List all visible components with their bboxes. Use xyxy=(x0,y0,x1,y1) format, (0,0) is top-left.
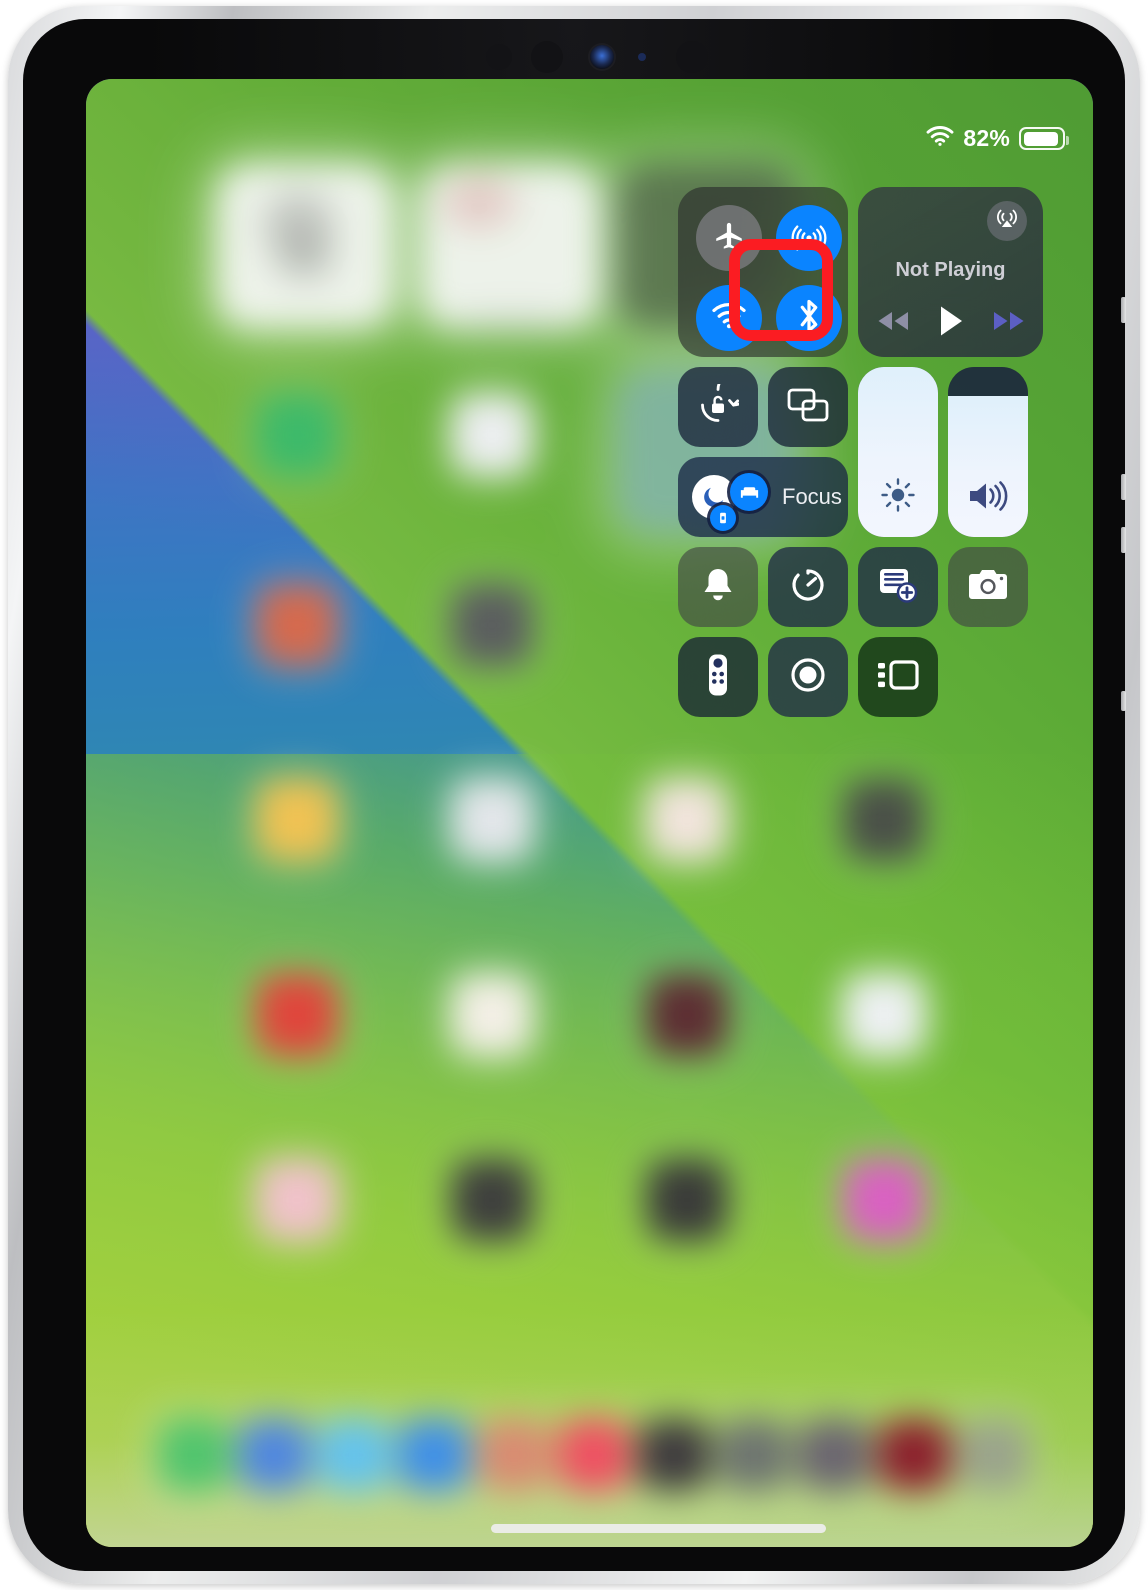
dock-icon[interactable] xyxy=(158,1419,230,1491)
screen-mirroring-toggle[interactable] xyxy=(768,367,848,447)
media-playback-module: Not Playing xyxy=(858,187,1043,357)
stage-manager-toggle[interactable] xyxy=(858,637,938,717)
play-button[interactable] xyxy=(938,305,964,342)
media-transport-controls xyxy=(858,305,1043,342)
brightness-icon xyxy=(858,475,938,515)
dock-icon[interactable] xyxy=(558,1419,630,1491)
app-icon[interactable] xyxy=(256,974,338,1056)
volume-down-button[interactable] xyxy=(1121,527,1126,553)
dock-icon[interactable] xyxy=(958,1419,1030,1491)
app-icon[interactable] xyxy=(843,974,925,1056)
dock-icon[interactable] xyxy=(398,1419,470,1491)
apple-pencil-connector xyxy=(1121,691,1126,711)
cc-row-2: Focus xyxy=(678,367,1043,537)
dock-icon[interactable] xyxy=(638,1419,710,1491)
volume-slider[interactable] xyxy=(948,367,1028,537)
sensor-dot xyxy=(486,44,512,70)
app-icon[interactable] xyxy=(843,1159,925,1241)
screenshot-root: 82% Not Playing Focus xyxy=(0,0,1148,1590)
home-indicator[interactable] xyxy=(491,1524,826,1533)
bluetooth-highlight-box xyxy=(729,239,833,341)
front-camera-sensor-array xyxy=(23,39,1125,75)
rotation-lock-toggle[interactable] xyxy=(678,367,758,447)
power-button[interactable] xyxy=(1121,297,1126,323)
wifi-icon xyxy=(926,125,954,152)
sleep-icon xyxy=(730,473,768,511)
airplay-button[interactable] xyxy=(987,201,1027,241)
app-icon[interactable] xyxy=(256,584,338,666)
quick-note-icon xyxy=(877,566,919,609)
focus-label: Focus xyxy=(782,484,842,509)
alarm-toggle[interactable] xyxy=(678,547,758,627)
dock-icon[interactable] xyxy=(878,1419,950,1491)
dock-icon[interactable] xyxy=(798,1419,870,1491)
ipad-device-frame: 82% Not Playing Focus xyxy=(8,6,1140,1584)
status-bar: 82% xyxy=(926,125,1069,152)
battery-icon xyxy=(1019,127,1069,150)
screen-record-icon xyxy=(786,653,830,702)
volume-icon xyxy=(948,477,1028,515)
indicator-dot xyxy=(638,53,646,61)
apple-tv-remote-toggle[interactable] xyxy=(678,637,758,717)
cc-row-3 xyxy=(678,547,1043,627)
sensor-dot xyxy=(676,41,708,73)
app-icon[interactable] xyxy=(256,394,338,476)
camera-icon xyxy=(967,568,1009,607)
app-icon[interactable] xyxy=(256,1159,338,1241)
widget-clock[interactable] xyxy=(216,164,394,329)
now-playing-label: Not Playing xyxy=(895,259,1006,281)
app-icon[interactable] xyxy=(646,1159,728,1241)
app-icon[interactable] xyxy=(451,1159,533,1241)
brightness-slider[interactable] xyxy=(858,367,938,537)
screen-mirroring-icon xyxy=(786,387,830,428)
app-icon[interactable] xyxy=(451,394,533,476)
screen-recording-toggle[interactable] xyxy=(768,637,848,717)
alarm-bell-icon xyxy=(699,565,737,610)
tv-remote-icon xyxy=(706,653,730,702)
app-icon[interactable] xyxy=(451,584,533,666)
dock-icon[interactable] xyxy=(478,1419,550,1491)
dock-icon[interactable] xyxy=(318,1419,390,1491)
dock xyxy=(138,1399,1042,1511)
widget-calendar[interactable] xyxy=(421,164,599,329)
volume-up-button[interactable] xyxy=(1121,474,1126,500)
app-icon[interactable] xyxy=(256,779,338,861)
battery-percent-label: 82% xyxy=(963,125,1010,151)
rewind-button[interactable] xyxy=(876,310,910,337)
cc-row-4 xyxy=(678,637,1043,717)
fast-forward-button[interactable] xyxy=(992,310,1026,337)
timer-toggle[interactable] xyxy=(768,547,848,627)
app-icon[interactable] xyxy=(843,779,925,861)
app-icon[interactable] xyxy=(451,974,533,1056)
front-camera-icon xyxy=(590,45,614,69)
sensor-dot xyxy=(531,41,563,73)
stage-manager-icon xyxy=(876,658,920,697)
app-icon[interactable] xyxy=(451,779,533,861)
dock-icon[interactable] xyxy=(238,1419,310,1491)
dock-icon[interactable] xyxy=(718,1419,790,1491)
focus-module[interactable]: Focus xyxy=(678,457,848,537)
device-bezel: 82% Not Playing Focus xyxy=(23,19,1126,1571)
reading-icon xyxy=(710,505,736,531)
quick-note-toggle[interactable] xyxy=(858,547,938,627)
ipad-screen: 82% Not Playing Focus xyxy=(86,79,1093,1547)
camera-toggle[interactable] xyxy=(948,547,1028,627)
app-icon[interactable] xyxy=(646,974,728,1056)
rotation-lock-icon xyxy=(697,372,751,431)
airplay-icon xyxy=(994,206,1020,237)
timer-icon xyxy=(787,564,829,611)
app-icon[interactable] xyxy=(646,779,728,861)
